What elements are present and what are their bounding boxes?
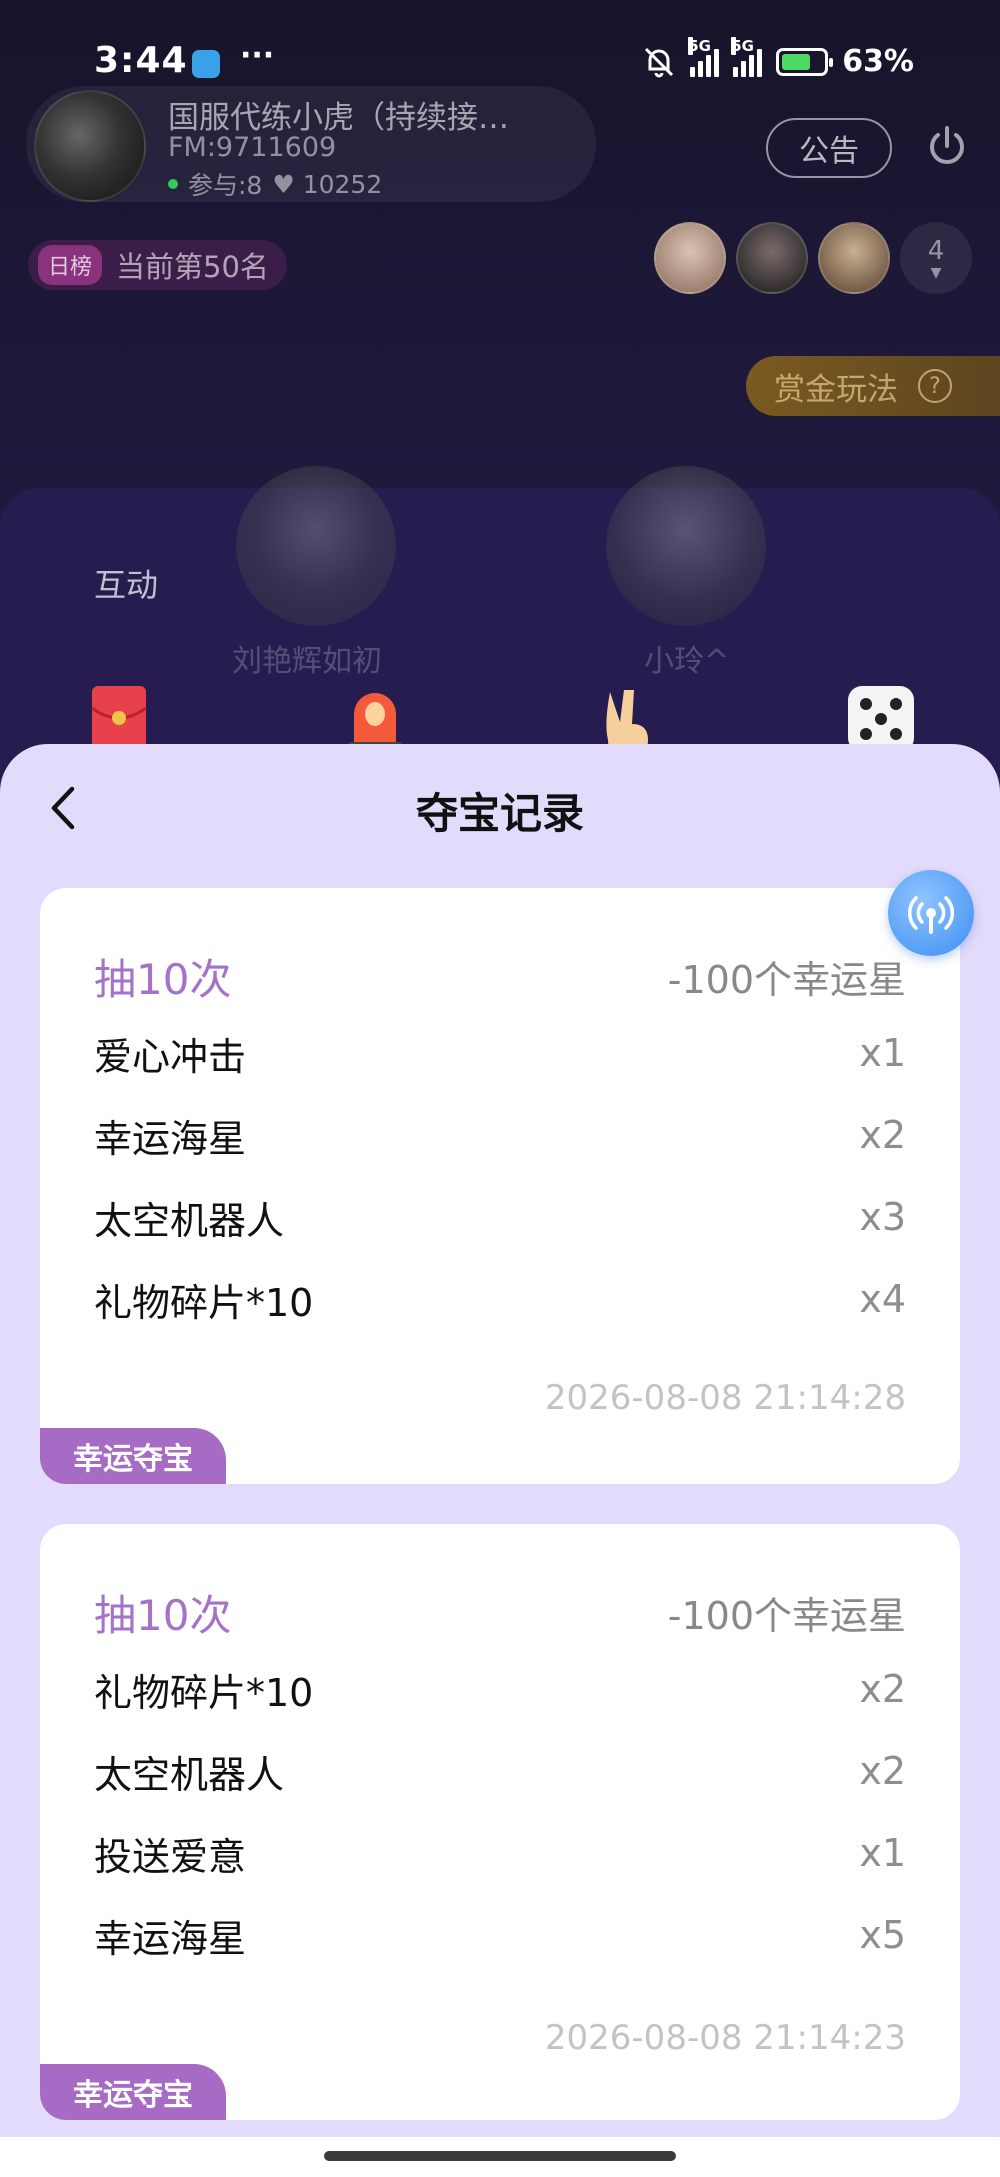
more-notifications-icon: ···	[240, 38, 275, 73]
battery-icon	[776, 47, 834, 76]
list-item: 礼物碎片*10 x2	[40, 1648, 960, 1730]
floating-broadcast-button[interactable]	[888, 870, 974, 956]
bounty-label: 赏金玩法	[774, 371, 898, 408]
item-quantity: x4	[859, 1277, 906, 1321]
list-item: 幸运海星 x5	[40, 1894, 960, 1976]
voice-room-background: 3:44 ··· 5G 5G 63% 国服代练小虎（持续接… FM:971160…	[0, 0, 1000, 800]
cost-label: -100个幸运星	[667, 957, 906, 1002]
like-count: ♥ 10252	[272, 169, 383, 199]
participant-count: 参与:8	[188, 171, 263, 200]
list-item: 爱心冲击 x1	[40, 1012, 960, 1094]
broadcast-icon	[908, 896, 954, 934]
viewer-count[interactable]: 4 ▼	[900, 222, 972, 294]
interaction-title: 互动	[94, 566, 159, 604]
draw-count-label: 抽10次	[94, 954, 232, 1004]
item-name: 礼物碎片*10	[94, 1280, 314, 1325]
list-item: 礼物碎片*10 x4	[40, 1258, 960, 1340]
record-header: 抽10次 -100个幸运星	[40, 1576, 960, 1648]
host-avatar[interactable]	[34, 90, 146, 202]
avatar[interactable]	[654, 222, 726, 294]
chevron-down-icon: ▼	[930, 265, 942, 281]
cost-label: -100个幸运星	[667, 1593, 906, 1638]
app-notification-icon	[192, 50, 220, 78]
battery-percent: 63%	[842, 44, 914, 79]
sheet-title: 夺宝记录	[415, 789, 584, 838]
record-header: 抽10次 -100个幸运星	[40, 940, 960, 1012]
rank-tag: 日榜	[38, 245, 103, 285]
notice-button[interactable]: 公告	[766, 118, 892, 178]
viewer-list[interactable]: 4 ▼	[654, 222, 972, 294]
signal-type-label: 5G	[688, 36, 711, 55]
seat-name: 刘艳辉如初	[232, 644, 382, 679]
seat-avatar	[606, 466, 766, 626]
record-timestamp: 2026-08-08 21:14:28	[544, 1378, 906, 1418]
avatar[interactable]	[818, 222, 890, 294]
item-quantity: x3	[859, 1195, 906, 1239]
item-name: 爱心冲击	[94, 1034, 247, 1079]
record-card: 抽10次 -100个幸运星 爱心冲击 x1 幸运海星 x2 太空机器人 x3 礼…	[40, 888, 960, 1484]
item-quantity: x2	[859, 1749, 906, 1793]
mute-bell-icon	[645, 47, 674, 77]
status-time: 3:44	[94, 40, 188, 81]
seat-avatar	[236, 466, 396, 626]
signal-type-label: 5G	[731, 36, 754, 55]
room-fm-id: FM:9711609	[168, 132, 337, 163]
avatar[interactable]	[736, 222, 808, 294]
sheet-header: 夺宝记录	[0, 744, 1000, 872]
item-name: 礼物碎片*10	[94, 1670, 314, 1715]
record-card: 抽10次 -100个幸运星 礼物碎片*10 x2 太空机器人 x2 投送爱意 x…	[40, 1524, 960, 2120]
list-item: 幸运海星 x2	[40, 1094, 960, 1176]
item-name: 幸运海星	[94, 1116, 247, 1161]
daily-rank-badge[interactable]: 日榜 当前第50名	[28, 240, 287, 290]
record-type-tag: 幸运夺宝	[40, 2064, 226, 2120]
item-name: 太空机器人	[94, 1198, 285, 1243]
bounty-play-button[interactable]: 赏金玩法 ?	[746, 356, 1000, 416]
list-item: 太空机器人 x2	[40, 1730, 960, 1812]
item-name: 太空机器人	[94, 1752, 285, 1797]
rank-text: 当前第50名	[116, 250, 269, 284]
list-item: 投送爱意 x1	[40, 1812, 960, 1894]
power-icon[interactable]	[924, 124, 970, 170]
item-quantity: x2	[859, 1113, 906, 1157]
draw-count-label: 抽10次	[94, 1590, 232, 1640]
item-quantity: x2	[859, 1667, 906, 1711]
viewer-count-value: 4	[927, 236, 945, 266]
item-quantity: x5	[859, 1913, 906, 1957]
list-item: 太空机器人 x3	[40, 1176, 960, 1258]
item-name: 投送爱意	[94, 1834, 247, 1879]
seat-name: 小玲^	[644, 644, 730, 679]
online-dot-icon	[168, 179, 178, 189]
item-quantity: x1	[859, 1831, 906, 1875]
status-indicators: 5G 5G 63%	[642, 36, 914, 79]
room-stats: 参与:8 ♥ 10252	[168, 166, 382, 202]
help-icon[interactable]: ?	[918, 369, 952, 403]
record-type-tag: 幸运夺宝	[40, 1428, 226, 1484]
home-indicator[interactable]	[324, 2151, 676, 2161]
item-quantity: x1	[859, 1031, 906, 1075]
record-timestamp: 2026-08-08 21:14:23	[544, 2018, 906, 2058]
signal-icon: 5G	[688, 36, 720, 77]
host-name: 国服代练小虎（持续接…	[168, 100, 509, 136]
signal-icon: 5G	[731, 36, 763, 77]
item-name: 幸运海星	[94, 1916, 247, 1961]
